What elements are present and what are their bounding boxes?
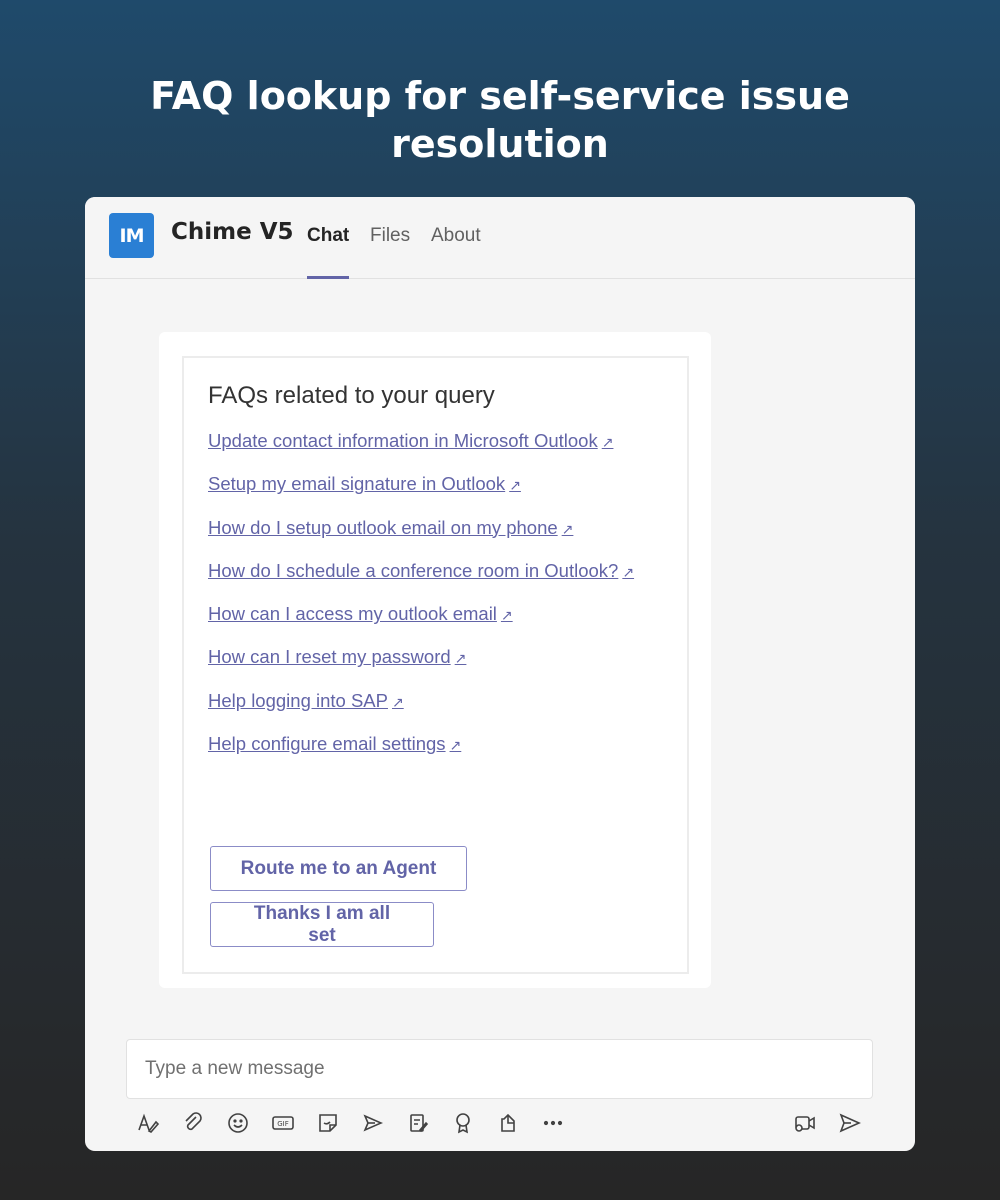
- list-item: Update contact information in Microsoft …: [208, 430, 634, 473]
- tab-files[interactable]: Files: [370, 225, 410, 277]
- list-item: How do I setup outlook email on my phone…: [208, 517, 634, 560]
- external-link-icon: ↗: [622, 563, 635, 580]
- emoji-icon[interactable]: [223, 1105, 253, 1141]
- praise-badge-icon[interactable]: [448, 1105, 478, 1141]
- faq-link-label: Help logging into SAP: [208, 689, 388, 711]
- list-item: How do I schedule a conference room in O…: [208, 560, 634, 603]
- list-item: Help logging into SAP ↗: [208, 690, 634, 733]
- faq-link-label: Update contact information in Microsoft …: [208, 430, 598, 451]
- faq-link[interactable]: How can I access my outlook email ↗: [208, 603, 513, 624]
- more-options-icon[interactable]: [538, 1105, 568, 1141]
- faq-link[interactable]: How can I reset my password ↗: [208, 646, 466, 667]
- faq-link[interactable]: Help logging into SAP ↗: [208, 690, 404, 711]
- loop-icon[interactable]: [493, 1105, 523, 1141]
- app-logo: IM: [109, 213, 154, 258]
- faq-link-label: Help configure email settings: [208, 733, 446, 755]
- teams-window: IM Chime V5 Chat Files About FAQs relate…: [85, 197, 915, 1151]
- list-item: How can I access my outlook email ↗: [208, 603, 634, 646]
- praise-icon[interactable]: [403, 1105, 433, 1141]
- list-item: Help configure email settings ↗: [208, 733, 634, 776]
- faq-link[interactable]: Help configure email settings ↗: [208, 733, 461, 754]
- external-link-icon: ↗: [509, 477, 521, 494]
- headline-line-2: resolution: [391, 122, 609, 166]
- external-link-icon: ↗: [391, 693, 404, 710]
- faq-link[interactable]: Update contact information in Microsoft …: [208, 430, 613, 451]
- sticker-icon[interactable]: [313, 1105, 343, 1141]
- all-set-button[interactable]: Thanks I am all set: [210, 902, 434, 947]
- faq-link-label: How do I setup outlook email on my phone: [208, 516, 558, 538]
- tab-about[interactable]: About: [431, 225, 481, 277]
- bot-message: FAQs related to your query Update contac…: [159, 332, 711, 988]
- faq-link[interactable]: How do I schedule a conference room in O…: [208, 560, 634, 581]
- faq-link[interactable]: How do I setup outlook email on my phone…: [208, 517, 573, 538]
- faq-link-label: How can I access my outlook email: [208, 603, 497, 625]
- gif-icon[interactable]: GIF: [268, 1105, 298, 1141]
- external-link-icon: ↗: [454, 650, 467, 667]
- tab-chat[interactable]: Chat: [307, 225, 350, 279]
- external-link-icon: ↗: [500, 607, 513, 624]
- faq-link-label: Setup my email signature in Outlook: [208, 473, 506, 495]
- external-link-icon: ↗: [561, 520, 574, 537]
- chat-area: FAQs related to your query Update contac…: [85, 280, 915, 1040]
- faq-card: FAQs related to your query Update contac…: [182, 356, 689, 974]
- route-to-agent-button[interactable]: Route me to an Agent: [210, 846, 467, 891]
- meet-now-icon[interactable]: [358, 1105, 388, 1141]
- faq-list: Update contact information in Microsoft …: [208, 430, 634, 776]
- headline-line-1: FAQ lookup for self-service issue: [150, 74, 850, 118]
- message-input[interactable]: [127, 1040, 872, 1098]
- format-icon[interactable]: [133, 1105, 163, 1141]
- faq-link-label: How can I reset my password: [208, 646, 451, 668]
- faq-link[interactable]: Setup my email signature in Outlook ↗: [208, 473, 521, 494]
- page-headline: FAQ lookup for self-service issue resolu…: [0, 72, 1000, 168]
- list-item: How can I reset my password ↗: [208, 646, 634, 689]
- external-link-icon: ↗: [601, 434, 614, 450]
- message-composer: [126, 1039, 873, 1099]
- card-title: FAQs related to your query: [208, 382, 495, 409]
- video-clip-icon[interactable]: [790, 1105, 820, 1141]
- app-header: IM Chime V5 Chat Files About: [85, 197, 915, 279]
- attach-icon[interactable]: [178, 1105, 208, 1141]
- send-icon[interactable]: [835, 1105, 865, 1141]
- svg-text:GIF: GIF: [277, 1120, 289, 1128]
- composer-toolbar: GIF: [85, 1105, 915, 1141]
- app-name: Chime V5: [171, 219, 294, 245]
- external-link-icon: ↗: [449, 737, 462, 754]
- list-item: Setup my email signature in Outlook ↗: [208, 473, 634, 516]
- faq-link-label: How do I schedule a conference room in O…: [208, 559, 619, 581]
